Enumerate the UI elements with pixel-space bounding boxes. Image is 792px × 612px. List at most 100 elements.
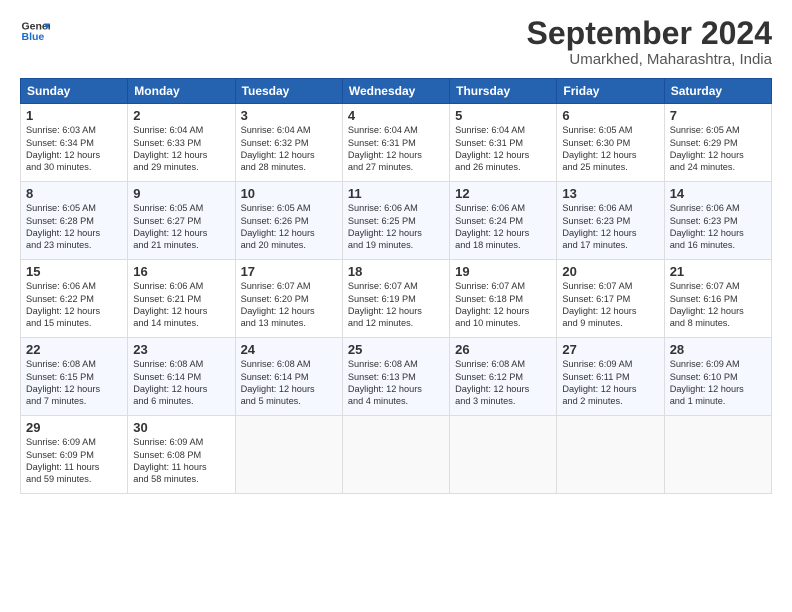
table-row: 19Sunrise: 6:07 AM Sunset: 6:18 PM Dayli…: [450, 260, 557, 338]
calendar: Sunday Monday Tuesday Wednesday Thursday…: [20, 78, 772, 494]
logo-icon: General Blue: [20, 16, 50, 46]
cell-content: Sunrise: 6:06 AM Sunset: 6:25 PM Dayligh…: [348, 202, 444, 252]
cell-content: Sunrise: 6:09 AM Sunset: 6:10 PM Dayligh…: [670, 358, 766, 408]
table-row: 7Sunrise: 6:05 AM Sunset: 6:29 PM Daylig…: [664, 104, 771, 182]
col-sunday: Sunday: [21, 79, 128, 104]
day-number: 3: [241, 108, 337, 123]
day-number: 24: [241, 342, 337, 357]
cell-content: Sunrise: 6:08 AM Sunset: 6:13 PM Dayligh…: [348, 358, 444, 408]
table-row: 26Sunrise: 6:08 AM Sunset: 6:12 PM Dayli…: [450, 338, 557, 416]
day-number: 4: [348, 108, 444, 123]
day-number: 15: [26, 264, 122, 279]
day-number: 2: [133, 108, 229, 123]
col-tuesday: Tuesday: [235, 79, 342, 104]
table-row: 28Sunrise: 6:09 AM Sunset: 6:10 PM Dayli…: [664, 338, 771, 416]
col-saturday: Saturday: [664, 79, 771, 104]
table-row: 25Sunrise: 6:08 AM Sunset: 6:13 PM Dayli…: [342, 338, 449, 416]
table-row: 17Sunrise: 6:07 AM Sunset: 6:20 PM Dayli…: [235, 260, 342, 338]
cell-content: Sunrise: 6:08 AM Sunset: 6:15 PM Dayligh…: [26, 358, 122, 408]
table-row: 6Sunrise: 6:05 AM Sunset: 6:30 PM Daylig…: [557, 104, 664, 182]
cell-content: Sunrise: 6:09 AM Sunset: 6:08 PM Dayligh…: [133, 436, 229, 486]
table-row: [342, 416, 449, 494]
cell-content: Sunrise: 6:06 AM Sunset: 6:23 PM Dayligh…: [562, 202, 658, 252]
table-row: 22Sunrise: 6:08 AM Sunset: 6:15 PM Dayli…: [21, 338, 128, 416]
table-row: 16Sunrise: 6:06 AM Sunset: 6:21 PM Dayli…: [128, 260, 235, 338]
day-number: 30: [133, 420, 229, 435]
table-row: 29Sunrise: 6:09 AM Sunset: 6:09 PM Dayli…: [21, 416, 128, 494]
table-row: [664, 416, 771, 494]
table-row: 21Sunrise: 6:07 AM Sunset: 6:16 PM Dayli…: [664, 260, 771, 338]
day-number: 21: [670, 264, 766, 279]
cell-content: Sunrise: 6:05 AM Sunset: 6:30 PM Dayligh…: [562, 124, 658, 174]
table-row: 30Sunrise: 6:09 AM Sunset: 6:08 PM Dayli…: [128, 416, 235, 494]
day-number: 16: [133, 264, 229, 279]
table-row: 3Sunrise: 6:04 AM Sunset: 6:32 PM Daylig…: [235, 104, 342, 182]
table-row: 23Sunrise: 6:08 AM Sunset: 6:14 PM Dayli…: [128, 338, 235, 416]
calendar-week-row: 1Sunrise: 6:03 AM Sunset: 6:34 PM Daylig…: [21, 104, 772, 182]
cell-content: Sunrise: 6:06 AM Sunset: 6:21 PM Dayligh…: [133, 280, 229, 330]
table-row: 13Sunrise: 6:06 AM Sunset: 6:23 PM Dayli…: [557, 182, 664, 260]
header: General Blue September 2024 Umarkhed, Ma…: [20, 16, 772, 68]
day-number: 6: [562, 108, 658, 123]
cell-content: Sunrise: 6:07 AM Sunset: 6:17 PM Dayligh…: [562, 280, 658, 330]
day-number: 13: [562, 186, 658, 201]
svg-text:Blue: Blue: [22, 31, 45, 43]
cell-content: Sunrise: 6:07 AM Sunset: 6:19 PM Dayligh…: [348, 280, 444, 330]
table-row: 24Sunrise: 6:08 AM Sunset: 6:14 PM Dayli…: [235, 338, 342, 416]
col-thursday: Thursday: [450, 79, 557, 104]
table-row: 27Sunrise: 6:09 AM Sunset: 6:11 PM Dayli…: [557, 338, 664, 416]
day-number: 17: [241, 264, 337, 279]
day-number: 12: [455, 186, 551, 201]
calendar-week-row: 15Sunrise: 6:06 AM Sunset: 6:22 PM Dayli…: [21, 260, 772, 338]
table-row: 9Sunrise: 6:05 AM Sunset: 6:27 PM Daylig…: [128, 182, 235, 260]
day-number: 8: [26, 186, 122, 201]
table-row: 18Sunrise: 6:07 AM Sunset: 6:19 PM Dayli…: [342, 260, 449, 338]
col-friday: Friday: [557, 79, 664, 104]
cell-content: Sunrise: 6:04 AM Sunset: 6:33 PM Dayligh…: [133, 124, 229, 174]
cell-content: Sunrise: 6:05 AM Sunset: 6:28 PM Dayligh…: [26, 202, 122, 252]
table-row: 8Sunrise: 6:05 AM Sunset: 6:28 PM Daylig…: [21, 182, 128, 260]
cell-content: Sunrise: 6:03 AM Sunset: 6:34 PM Dayligh…: [26, 124, 122, 174]
page: General Blue September 2024 Umarkhed, Ma…: [0, 0, 792, 612]
cell-content: Sunrise: 6:08 AM Sunset: 6:14 PM Dayligh…: [133, 358, 229, 408]
day-number: 22: [26, 342, 122, 357]
cell-content: Sunrise: 6:06 AM Sunset: 6:24 PM Dayligh…: [455, 202, 551, 252]
table-row: 15Sunrise: 6:06 AM Sunset: 6:22 PM Dayli…: [21, 260, 128, 338]
cell-content: Sunrise: 6:05 AM Sunset: 6:29 PM Dayligh…: [670, 124, 766, 174]
cell-content: Sunrise: 6:05 AM Sunset: 6:27 PM Dayligh…: [133, 202, 229, 252]
day-number: 7: [670, 108, 766, 123]
day-number: 1: [26, 108, 122, 123]
day-number: 29: [26, 420, 122, 435]
day-number: 20: [562, 264, 658, 279]
cell-content: Sunrise: 6:09 AM Sunset: 6:11 PM Dayligh…: [562, 358, 658, 408]
col-wednesday: Wednesday: [342, 79, 449, 104]
day-number: 19: [455, 264, 551, 279]
table-row: [235, 416, 342, 494]
table-row: 14Sunrise: 6:06 AM Sunset: 6:23 PM Dayli…: [664, 182, 771, 260]
subtitle: Umarkhed, Maharashtra, India: [527, 51, 772, 68]
cell-content: Sunrise: 6:04 AM Sunset: 6:32 PM Dayligh…: [241, 124, 337, 174]
cell-content: Sunrise: 6:08 AM Sunset: 6:12 PM Dayligh…: [455, 358, 551, 408]
table-row: 20Sunrise: 6:07 AM Sunset: 6:17 PM Dayli…: [557, 260, 664, 338]
cell-content: Sunrise: 6:07 AM Sunset: 6:20 PM Dayligh…: [241, 280, 337, 330]
cell-content: Sunrise: 6:07 AM Sunset: 6:16 PM Dayligh…: [670, 280, 766, 330]
table-row: 12Sunrise: 6:06 AM Sunset: 6:24 PM Dayli…: [450, 182, 557, 260]
cell-content: Sunrise: 6:06 AM Sunset: 6:22 PM Dayligh…: [26, 280, 122, 330]
day-number: 9: [133, 186, 229, 201]
table-row: 10Sunrise: 6:05 AM Sunset: 6:26 PM Dayli…: [235, 182, 342, 260]
day-number: 11: [348, 186, 444, 201]
cell-content: Sunrise: 6:04 AM Sunset: 6:31 PM Dayligh…: [348, 124, 444, 174]
day-number: 23: [133, 342, 229, 357]
month-title: September 2024: [527, 16, 772, 51]
day-number: 27: [562, 342, 658, 357]
day-number: 14: [670, 186, 766, 201]
table-row: [450, 416, 557, 494]
cell-content: Sunrise: 6:04 AM Sunset: 6:31 PM Dayligh…: [455, 124, 551, 174]
calendar-week-row: 22Sunrise: 6:08 AM Sunset: 6:15 PM Dayli…: [21, 338, 772, 416]
day-number: 28: [670, 342, 766, 357]
table-row: [557, 416, 664, 494]
cell-content: Sunrise: 6:05 AM Sunset: 6:26 PM Dayligh…: [241, 202, 337, 252]
table-row: 11Sunrise: 6:06 AM Sunset: 6:25 PM Dayli…: [342, 182, 449, 260]
cell-content: Sunrise: 6:06 AM Sunset: 6:23 PM Dayligh…: [670, 202, 766, 252]
day-number: 18: [348, 264, 444, 279]
